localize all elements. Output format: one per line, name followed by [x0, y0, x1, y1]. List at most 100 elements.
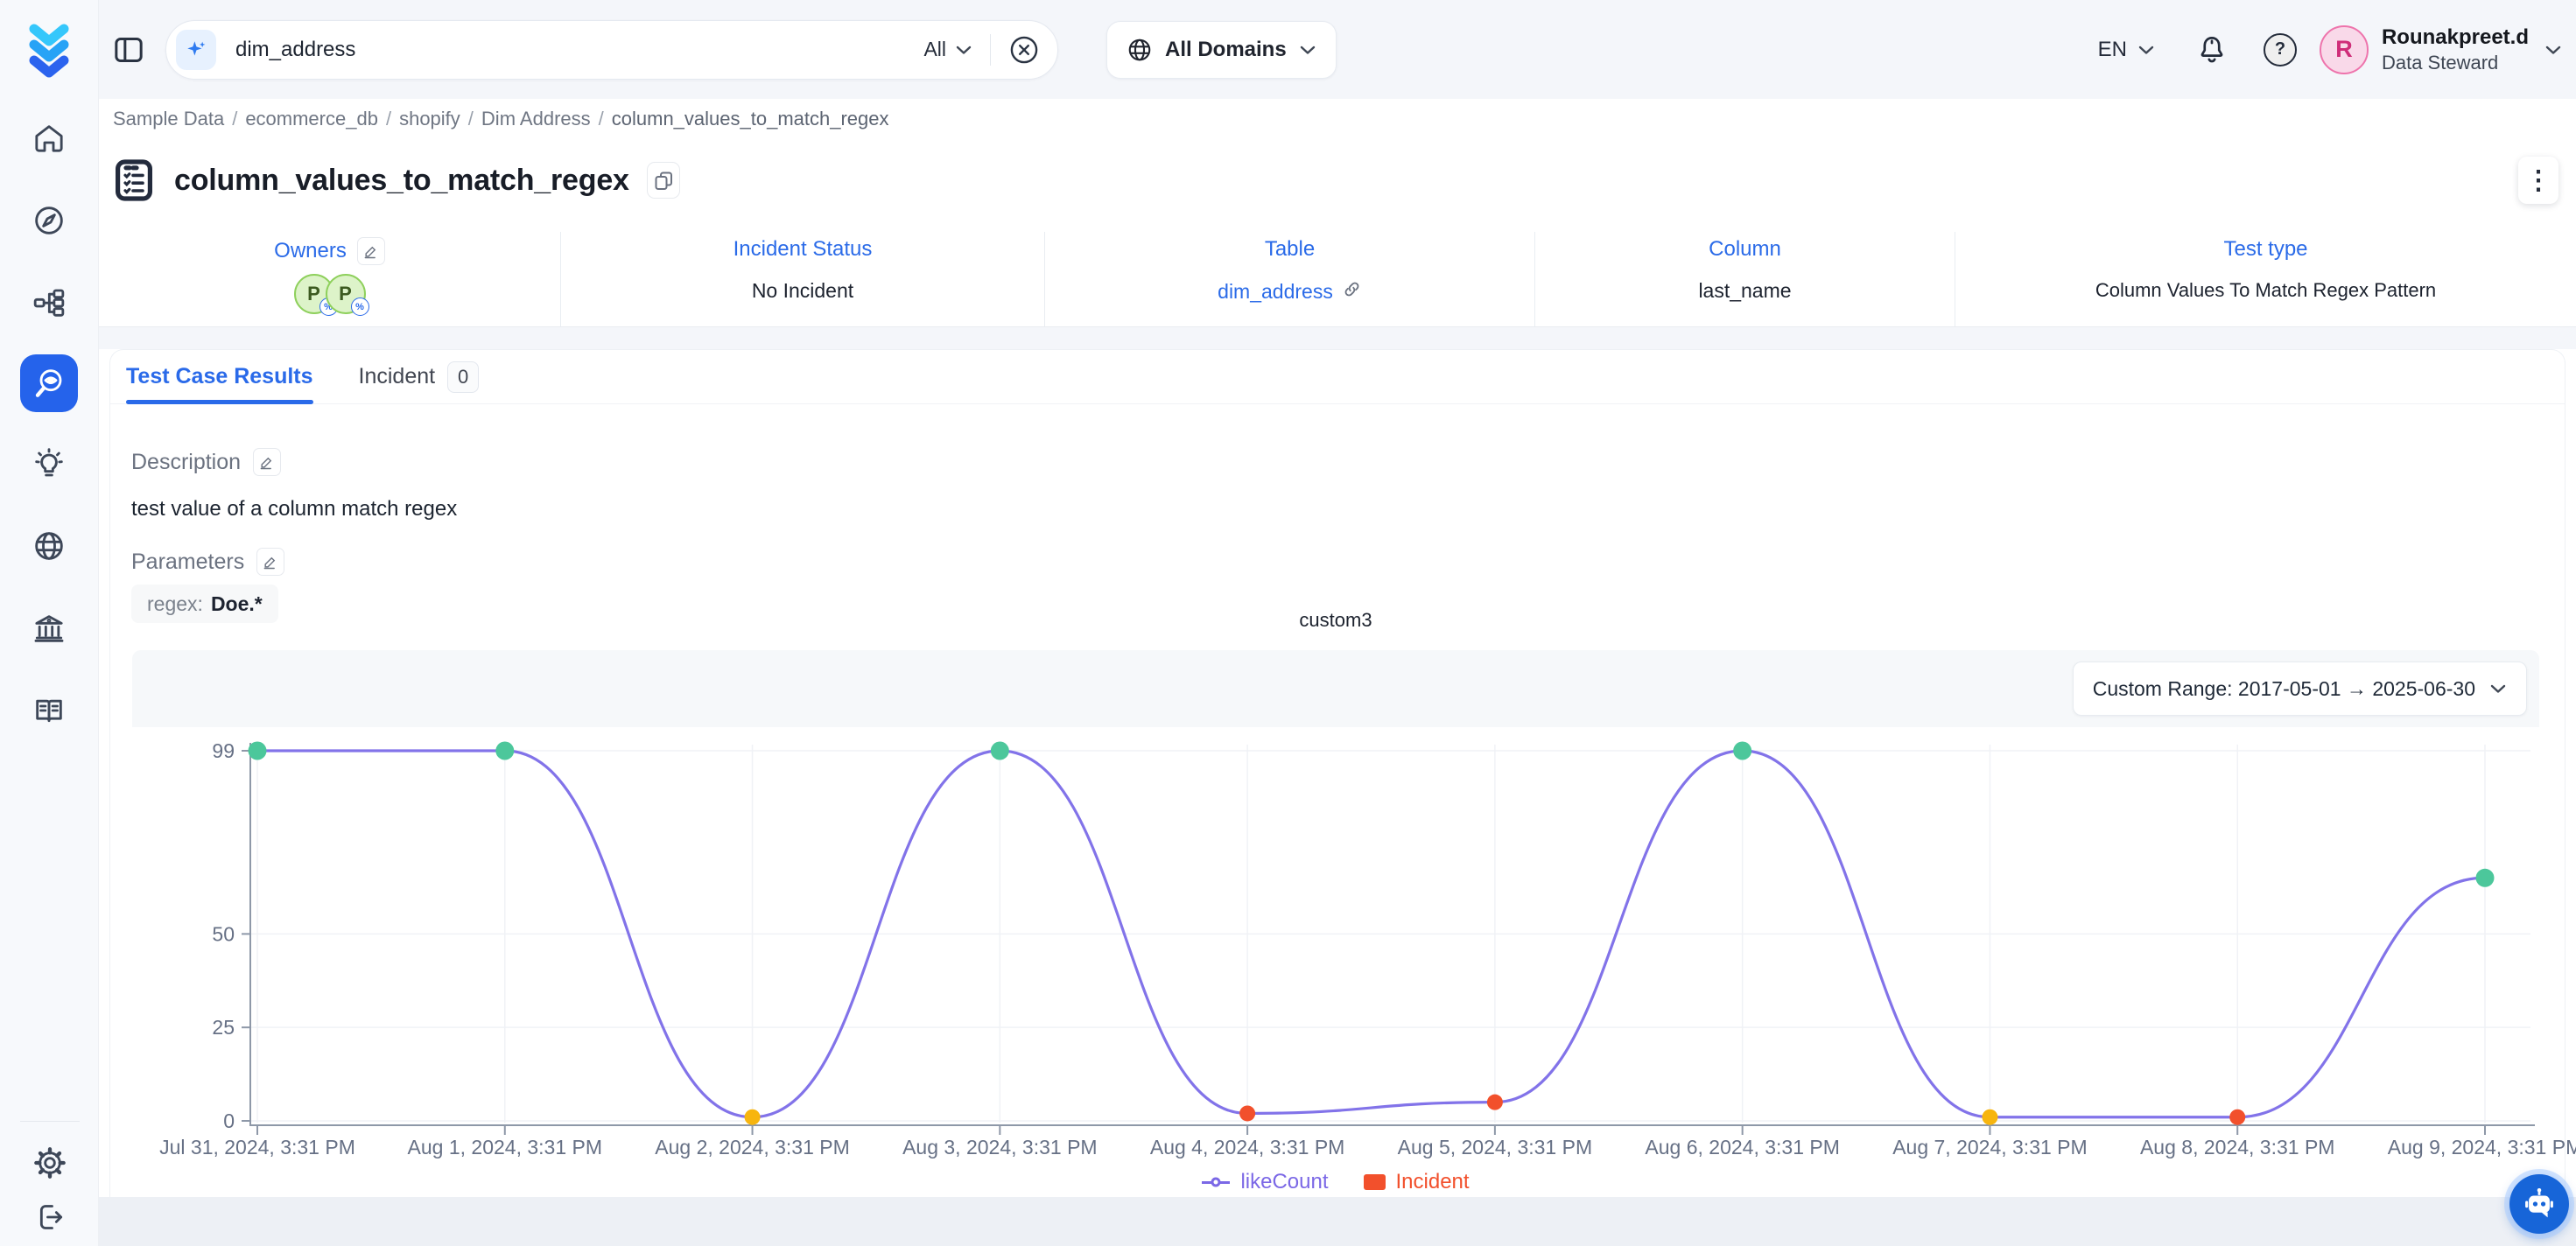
summary-owners: Owners P % P % [99, 232, 560, 326]
svg-text:Aug 7, 2024, 3:31 PM: Aug 7, 2024, 3:31 PM [1892, 1136, 2088, 1158]
all-domains-label: All Domains [1165, 38, 1287, 62]
notifications-button[interactable] [2195, 33, 2229, 66]
svg-text:Aug 4, 2024, 3:31 PM: Aug 4, 2024, 3:31 PM [1150, 1136, 1345, 1158]
breadcrumb-item[interactable]: shopify [399, 108, 460, 130]
data-point-failed[interactable] [1487, 1095, 1503, 1110]
bank-icon [32, 611, 67, 646]
date-range-selector[interactable]: Custom Range: 2017-05-01 → 2025-06-30 [2073, 662, 2527, 716]
summary-column: Column last_name [1534, 232, 1955, 326]
data-point-aborted[interactable] [1982, 1110, 1997, 1125]
more-actions-button[interactable]: ⋮ [2518, 157, 2558, 204]
owner-initial: P [339, 283, 352, 305]
compass-icon [32, 203, 67, 238]
incident-count-badge: 0 [447, 361, 479, 393]
robot-icon [2521, 1186, 2558, 1222]
sidebar-item-lineage[interactable] [18, 272, 80, 333]
breadcrumb-item[interactable]: column_values_to_match_regex [612, 108, 889, 130]
svg-text:Aug 8, 2024, 3:31 PM: Aug 8, 2024, 3:31 PM [2140, 1136, 2335, 1158]
all-domains-button[interactable]: All Domains [1106, 21, 1337, 79]
owner-avatar[interactable]: P % [326, 274, 366, 314]
breadcrumb-item[interactable]: ecommerce_db [245, 108, 378, 130]
description-section: Description [131, 448, 281, 476]
tab-label: Test Case Results [126, 364, 313, 389]
app-logo[interactable] [0, 0, 98, 99]
parameters-section: Parameters [131, 548, 284, 576]
topbar-right: EN ? R Rounakpreet.d Data Steward [2098, 25, 2562, 74]
link-icon [1342, 279, 1362, 304]
data-point-failed[interactable] [1239, 1105, 1255, 1121]
copy-name-button[interactable] [647, 162, 680, 199]
sidebar-item-settings[interactable] [19, 1136, 81, 1190]
line-chart[interactable]: 0255099Jul 31, 2024, 3:31 PMAug 1, 2024,… [132, 727, 2539, 1165]
breadcrumb-item[interactable]: Sample Data [113, 108, 224, 130]
summary-incident-status: Incident Status No Incident [560, 232, 1044, 326]
avatar[interactable]: R [2320, 25, 2369, 74]
description-text: test value of a column match regex [131, 497, 457, 522]
sidebar-item-govern[interactable] [18, 598, 80, 659]
tabs: Test Case Results Incident 0 [110, 350, 2565, 404]
data-point-success[interactable] [495, 742, 514, 760]
data-point-success[interactable] [2476, 869, 2495, 887]
language-dropdown[interactable]: EN [2098, 38, 2155, 62]
owner-initial: P [307, 283, 320, 305]
data-point-success[interactable] [249, 742, 267, 760]
legend-item-incident[interactable]: Incident [1364, 1170, 1470, 1194]
sidebar-item-home[interactable] [18, 108, 80, 169]
edit-description-button[interactable] [253, 448, 281, 476]
copy-icon [653, 170, 674, 191]
page-title: column_values_to_match_regex [174, 164, 629, 198]
topbar: All All Domains EN [99, 0, 2576, 99]
svg-text:0: 0 [223, 1110, 235, 1132]
main-content: Sample Data/ecommerce_db/shopify/Dim Add… [99, 99, 2576, 1246]
chart-title: custom3 [132, 609, 2539, 632]
collapse-sidebar-button[interactable] [111, 32, 146, 67]
breadcrumb-item[interactable]: Dim Address [481, 108, 591, 130]
sidebar-item-observability[interactable] [20, 354, 78, 412]
search-clear-button[interactable] [1008, 34, 1040, 66]
sidebar-bottom [0, 1121, 99, 1246]
svg-text:Aug 1, 2024, 3:31 PM: Aug 1, 2024, 3:31 PM [408, 1136, 603, 1158]
user-menu[interactable]: Rounakpreet.d Data Steward [2382, 25, 2529, 74]
home-icon [32, 121, 67, 156]
edit-parameters-button[interactable] [256, 548, 284, 576]
gear-icon [32, 1145, 67, 1180]
chevron-down-icon[interactable] [2544, 45, 2562, 55]
sidebar-item-logout[interactable] [19, 1190, 81, 1244]
incident-status-value: No Incident [752, 279, 853, 303]
sidebar-item-domains[interactable] [18, 515, 80, 577]
dot-marker-icon [1211, 1178, 1221, 1187]
date-range-label: Custom Range: 2017-05-01 → 2025-06-30 [2093, 677, 2475, 701]
sidebar-item-explore[interactable] [18, 190, 80, 251]
user-role: Data Steward [2382, 52, 2529, 74]
owners-avatars: P % P % [294, 274, 366, 314]
data-point-failed[interactable] [2229, 1110, 2245, 1125]
data-point-success[interactable] [991, 742, 1009, 760]
owner-badge-icon: % [351, 298, 369, 316]
square-marker-icon [1364, 1174, 1386, 1190]
data-point-success[interactable] [1733, 742, 1751, 760]
help-button[interactable]: ? [2264, 33, 2297, 66]
tab-test-case-results[interactable]: Test Case Results [126, 350, 313, 404]
summary-table: Table dim_address [1044, 232, 1534, 326]
active-tab-underline [126, 400, 313, 404]
sidebar [0, 0, 99, 1246]
edit-owners-button[interactable] [357, 237, 385, 265]
search-input[interactable] [235, 38, 923, 62]
data-point-aborted[interactable] [745, 1110, 761, 1125]
table-link[interactable]: dim_address [1218, 279, 1362, 304]
description-label: Description [131, 450, 241, 475]
ai-sparkle-icon[interactable] [176, 30, 216, 70]
legend-item-likecount[interactable]: likeCount [1202, 1170, 1328, 1194]
svg-text:25: 25 [212, 1016, 235, 1039]
search-scope-dropdown[interactable]: All [923, 38, 972, 61]
chat-assistant-button[interactable] [2509, 1174, 2569, 1234]
sidebar-item-insights[interactable] [18, 433, 80, 494]
svg-text:Aug 5, 2024, 3:31 PM: Aug 5, 2024, 3:31 PM [1398, 1136, 1593, 1158]
tab-incident[interactable]: Incident 0 [359, 350, 480, 404]
sidebar-item-glossary[interactable] [18, 680, 80, 741]
test-results-chart[interactable]: 0255099Jul 31, 2024, 3:31 PMAug 1, 2024,… [132, 727, 2539, 1165]
test-type-value: Column Values To Match Regex Pattern [2095, 279, 2436, 302]
global-search[interactable]: All [165, 20, 1058, 80]
help-icon: ? [2275, 39, 2285, 60]
svg-text:Aug 2, 2024, 3:31 PM: Aug 2, 2024, 3:31 PM [655, 1136, 850, 1158]
